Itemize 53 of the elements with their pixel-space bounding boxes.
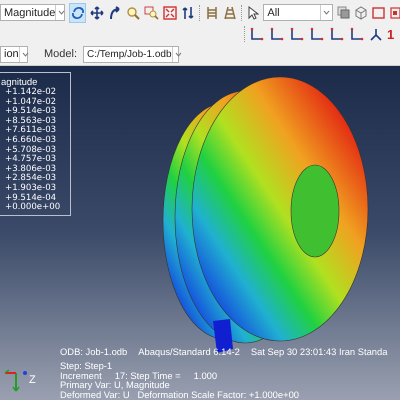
cursor-icon[interactable] bbox=[247, 6, 260, 20]
legend-value: +8.563e-03 bbox=[4, 116, 58, 126]
chevron-down-icon bbox=[320, 5, 332, 20]
axis-label: Z bbox=[29, 374, 36, 386]
step-info-line: Step: Step-1 bbox=[60, 361, 114, 370]
tapered-ladder-icon[interactable] bbox=[223, 6, 238, 20]
node-select-icon[interactable] bbox=[390, 6, 400, 20]
chevron-down-icon bbox=[55, 5, 68, 20]
model-dropdown[interactable]: C:/Temp/Job-1.odb bbox=[83, 46, 180, 62]
step-info-line: Primary Var: U, Magnitude bbox=[60, 380, 170, 390]
module-dropdown[interactable]: ion bbox=[0, 46, 28, 62]
legend-value: +9.514e-04 bbox=[4, 194, 56, 203]
axis-view-icon[interactable] bbox=[349, 26, 366, 42]
step-info-line: Increment 17: Step Time = 1.000 bbox=[60, 370, 218, 380]
ladder-icon[interactable] bbox=[205, 6, 220, 20]
legend-value: +4.757e-03 bbox=[4, 155, 58, 164]
chevron-down-icon bbox=[172, 46, 184, 62]
iso-view-icon[interactable] bbox=[369, 26, 384, 42]
fit-view-icon[interactable] bbox=[163, 6, 178, 20]
legend-value: +0.000e+00 bbox=[4, 203, 62, 213]
box-zoom-icon[interactable] bbox=[144, 6, 160, 20]
legend-value: +1.903e-03 bbox=[4, 184, 58, 194]
box-select-icon[interactable] bbox=[372, 6, 386, 20]
model-label: Model: bbox=[44, 48, 78, 60]
rotate-icon[interactable] bbox=[108, 6, 122, 20]
solver-version: Abaqus/Standard 6.14-2 bbox=[138, 346, 240, 357]
sync-toggle-button[interactable] bbox=[69, 2, 86, 22]
legend-value: +1.142e-02 bbox=[4, 88, 58, 98]
axis-view-icon[interactable] bbox=[269, 26, 286, 42]
legend-value: +5.708e-03 bbox=[4, 146, 58, 155]
layers-icon[interactable] bbox=[337, 6, 350, 19]
step-info-line: Deformed Var: U Deformation Scale Factor: +1.000e+00 bbox=[60, 390, 300, 399]
legend-value: +7.611e-03 bbox=[4, 126, 58, 136]
pan-icon[interactable] bbox=[90, 6, 104, 20]
legend-title: agnitude bbox=[1, 77, 38, 88]
chevron-down-icon bbox=[18, 46, 31, 62]
swap-arrows-icon[interactable] bbox=[181, 6, 196, 20]
axis-view-icon[interactable] bbox=[289, 26, 306, 42]
legend-value: +3.806e-03 bbox=[4, 164, 58, 174]
zoom-icon[interactable] bbox=[126, 6, 140, 20]
cube-icon[interactable] bbox=[354, 6, 368, 20]
timestamp: Sat Sep 30 23:01:43 Iran Standa bbox=[250, 346, 388, 357]
view-number[interactable]: 1 bbox=[387, 26, 394, 42]
odb-name: ODB: Job-1.odb bbox=[60, 346, 128, 357]
selection-filter-dropdown[interactable]: All bbox=[263, 4, 334, 21]
axis-view-icon[interactable] bbox=[329, 26, 346, 42]
legend-value: +9.514e-03 bbox=[4, 107, 58, 116]
legend-value: +2.854e-03 bbox=[4, 174, 58, 184]
result-field-dropdown[interactable]: Magnitude bbox=[0, 4, 65, 21]
axis-view-icon[interactable] bbox=[309, 26, 326, 42]
legend-value: +1.047e-02 bbox=[4, 98, 58, 107]
legend-value: +6.660e-03 bbox=[4, 136, 58, 146]
axis-view-icon[interactable] bbox=[249, 26, 266, 42]
